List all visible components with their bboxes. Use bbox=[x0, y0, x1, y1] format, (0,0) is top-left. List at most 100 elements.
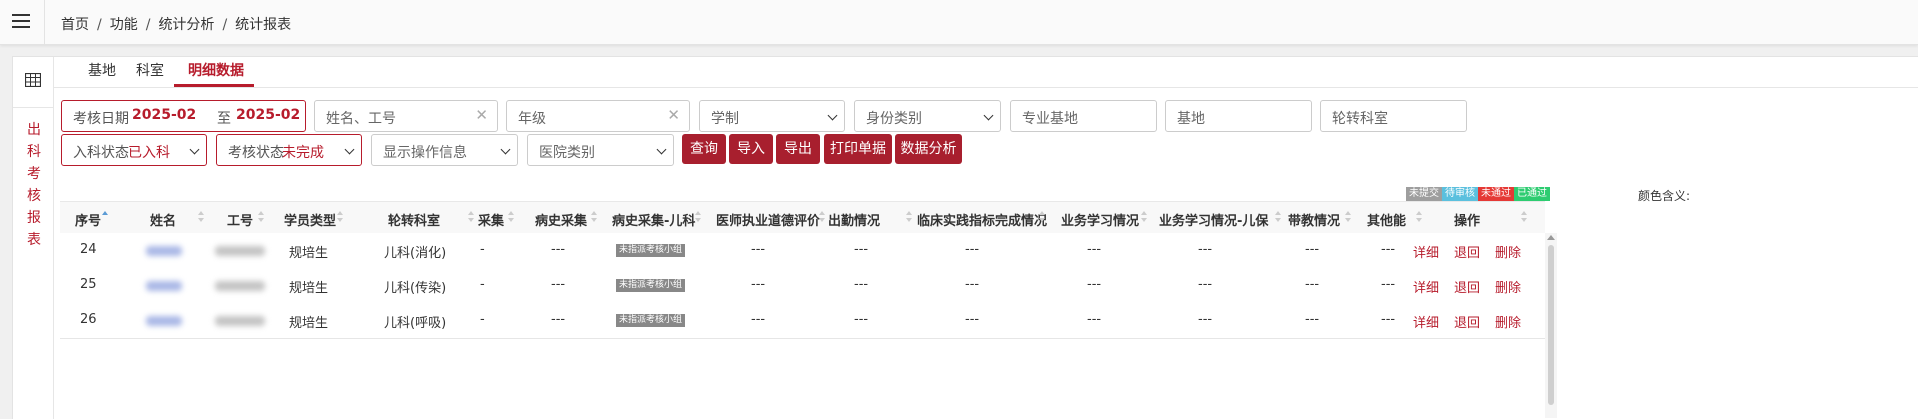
breadcrumb-function[interactable]: 功能 bbox=[110, 17, 138, 33]
unassigned-group-tag: 未指派考核小组 bbox=[616, 279, 686, 292]
breadcrumb-stats[interactable]: 统计分析 bbox=[158, 17, 214, 33]
delete-link[interactable]: 删除 bbox=[1495, 242, 1521, 261]
col-teaching[interactable]: 带教情况 bbox=[1288, 210, 1340, 229]
chevron-down-icon bbox=[827, 110, 838, 121]
identity-select[interactable]: 身份类别 bbox=[854, 100, 1001, 132]
col-study-child[interactable]: 业务学习情况-儿保 bbox=[1159, 210, 1268, 229]
return-link[interactable]: 退回 bbox=[1454, 242, 1480, 261]
clear-icon[interactable]: ✕ bbox=[667, 106, 680, 124]
sort-icon[interactable] bbox=[337, 211, 343, 225]
detail-link[interactable]: 详细 bbox=[1413, 312, 1439, 331]
date-separator: 至 bbox=[217, 111, 231, 127]
query-button[interactable]: 查询 bbox=[682, 134, 726, 164]
hospital-type-select[interactable]: 医院类别 bbox=[527, 134, 674, 166]
col-ethics[interactable]: 医师执业道德评价 bbox=[716, 210, 820, 229]
chevron-down-icon bbox=[500, 144, 511, 155]
sort-icon[interactable] bbox=[695, 211, 701, 225]
col-seq[interactable]: 序号 bbox=[75, 210, 101, 229]
table-row: 24 规培生 儿科(消化) - --- 未指派考核小组 --- --- --- … bbox=[60, 233, 1545, 269]
col-attendance[interactable]: 出勤情况 bbox=[828, 210, 880, 229]
delete-link[interactable]: 删除 bbox=[1495, 277, 1521, 296]
side-vertical-title[interactable]: 出 科 考 核 报 表 bbox=[27, 119, 41, 251]
data-analysis-button[interactable]: 数据分析 bbox=[895, 134, 962, 164]
name-link[interactable] bbox=[146, 246, 182, 256]
col-id[interactable]: 工号 bbox=[227, 210, 253, 229]
table-row: 25 规培生 儿科(传染) - --- 未指派考核小组 --- --- --- … bbox=[60, 268, 1545, 304]
top-bar: 首页 / 功能 / 统计分析 / 统计报表 bbox=[0, 0, 1918, 45]
divider bbox=[44, 0, 45, 44]
return-link[interactable]: 退回 bbox=[1454, 277, 1480, 296]
breadcrumb-report: 统计报表 bbox=[235, 17, 292, 33]
unassigned-group-tag: 未指派考核小组 bbox=[616, 314, 686, 327]
export-button[interactable]: 导出 bbox=[776, 134, 820, 164]
show-ops-select[interactable]: 显示操作信息 bbox=[371, 134, 518, 166]
date-to-input[interactable]: 2025-02 bbox=[236, 107, 300, 123]
chevron-down-icon bbox=[983, 110, 994, 121]
date-from-input[interactable]: 2025-02 bbox=[132, 107, 196, 123]
sort-icon[interactable] bbox=[258, 211, 264, 225]
sort-icon[interactable] bbox=[1039, 211, 1045, 225]
import-button[interactable]: 导入 bbox=[729, 134, 773, 164]
col-study[interactable]: 业务学习情况 bbox=[1061, 210, 1139, 229]
return-link[interactable]: 退回 bbox=[1454, 312, 1480, 331]
name-id-input[interactable]: 姓名、工号 ✕ bbox=[314, 100, 498, 132]
tab-base[interactable]: 基地 bbox=[88, 60, 116, 80]
exam-date-range[interactable]: 考核日期 2025-02 至 2025-02 bbox=[61, 100, 306, 132]
unassigned-group-tag: 未指派考核小组 bbox=[616, 244, 686, 257]
delete-link[interactable]: 删除 bbox=[1495, 312, 1521, 331]
col-history-peds[interactable]: 病史采集-儿科 bbox=[612, 210, 695, 229]
scroll-up-icon[interactable] bbox=[1547, 235, 1555, 240]
staff-id bbox=[215, 246, 265, 256]
scrollbar-thumb[interactable] bbox=[1548, 245, 1554, 405]
tab-detail-data[interactable]: 明细数据 bbox=[188, 60, 244, 80]
col-collect[interactable]: 采集 bbox=[478, 210, 504, 229]
breadcrumb: 首页 / 功能 / 统计分析 / 统计报表 bbox=[61, 17, 292, 33]
detail-link[interactable]: 详细 bbox=[1413, 277, 1439, 296]
staff-id bbox=[215, 281, 265, 291]
chevron-down-icon bbox=[189, 144, 200, 155]
print-button[interactable]: 打印单据 bbox=[824, 134, 892, 164]
sort-icon[interactable] bbox=[468, 211, 474, 225]
schooling-select[interactable]: 学制 bbox=[699, 100, 845, 132]
sort-icon[interactable] bbox=[508, 211, 514, 225]
legend-pending: 待审核 bbox=[1442, 187, 1478, 201]
sort-asc-icon[interactable] bbox=[102, 211, 108, 225]
table-scrollbar[interactable] bbox=[1545, 233, 1557, 418]
col-rotation-dept[interactable]: 轮转科室 bbox=[388, 210, 440, 229]
rotation-dept-input[interactable]: 轮转科室 bbox=[1320, 100, 1467, 132]
sort-icon[interactable] bbox=[906, 211, 912, 225]
base-input[interactable]: 基地 bbox=[1165, 100, 1312, 132]
grade-input[interactable]: 年级 ✕ bbox=[506, 100, 690, 132]
tabs-divider bbox=[53, 87, 1918, 88]
sort-icon[interactable] bbox=[591, 211, 597, 225]
col-history[interactable]: 病史采集 bbox=[535, 210, 587, 229]
col-name[interactable]: 姓名 bbox=[150, 210, 176, 229]
sort-icon[interactable] bbox=[1521, 211, 1527, 225]
sort-icon[interactable] bbox=[1416, 211, 1422, 225]
col-type[interactable]: 学员类型 bbox=[284, 210, 336, 229]
legend-unsubmitted: 未提交 bbox=[1406, 187, 1442, 201]
sort-icon[interactable] bbox=[1141, 211, 1147, 225]
sort-icon[interactable] bbox=[1345, 211, 1351, 225]
legend-rejected: 未通过 bbox=[1478, 187, 1514, 201]
sort-icon[interactable] bbox=[198, 211, 204, 225]
sort-icon[interactable] bbox=[1275, 211, 1281, 225]
tab-department[interactable]: 科室 bbox=[136, 60, 164, 80]
exam-status-select[interactable]: 考核状态 未完成 bbox=[216, 134, 362, 166]
admission-status-select[interactable]: 入科状态 已入科 bbox=[61, 134, 207, 166]
col-clinical[interactable]: 临床实践指标完成情况 bbox=[917, 210, 1047, 229]
name-link[interactable] bbox=[146, 316, 182, 326]
detail-link[interactable]: 详细 bbox=[1413, 242, 1439, 261]
major-base-input[interactable]: 专业基地 bbox=[1010, 100, 1157, 132]
name-link[interactable] bbox=[146, 281, 182, 291]
legend-approved: 已通过 bbox=[1514, 187, 1550, 201]
clear-icon[interactable]: ✕ bbox=[475, 106, 488, 124]
side-column: 出 科 考 核 报 表 bbox=[13, 57, 54, 419]
staff-id bbox=[215, 316, 265, 326]
table-icon[interactable] bbox=[25, 73, 41, 87]
menu-icon[interactable] bbox=[12, 14, 30, 28]
breadcrumb-home[interactable]: 首页 bbox=[61, 17, 89, 33]
sort-icon[interactable] bbox=[819, 211, 825, 225]
col-other[interactable]: 其他能 bbox=[1367, 210, 1406, 229]
exam-date-label: 考核日期 bbox=[73, 111, 129, 127]
